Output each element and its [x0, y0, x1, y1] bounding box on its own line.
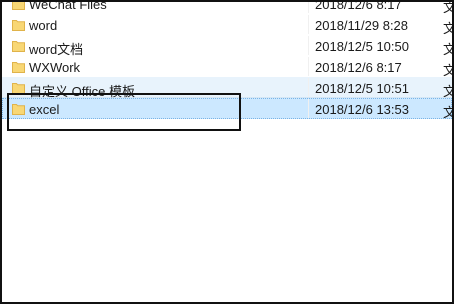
column-divider: [308, 78, 309, 97]
file-row-word[interactable]: word 2018/11/29 8:28 文: [2, 14, 452, 36]
file-date: 2018/12/6 8:17: [315, 60, 402, 75]
file-type: 文: [443, 102, 452, 121]
file-row-excel[interactable]: excel 2018/12/6 13:53 文: [2, 98, 452, 121]
file-date: 2018/12/5 10:50: [315, 39, 409, 54]
file-list: WeChat Files 2018/12/6 8:17 文 word 2018/…: [2, 0, 452, 121]
folder-icon: [12, 20, 25, 31]
folder-icon: [12, 104, 25, 115]
file-row-office-templates[interactable]: 自定义 Office 模板 2018/12/5 10:51 文: [2, 77, 452, 99]
column-divider: [308, 57, 309, 76]
file-date: 2018/12/6 13:53: [315, 102, 409, 117]
file-row-wechat-files[interactable]: WeChat Files 2018/12/6 8:17 文: [2, 0, 452, 15]
file-date: 2018/12/5 10:51: [315, 81, 409, 96]
file-row-word-docs[interactable]: word文档 2018/12/5 10:50 文: [2, 35, 452, 57]
column-divider: [308, 2, 309, 13]
folder-icon: [12, 2, 25, 10]
column-divider: [308, 99, 309, 118]
file-name: excel: [29, 102, 60, 117]
folder-icon: [12, 62, 25, 73]
file-date: 2018/12/6 8:17: [315, 0, 402, 12]
column-divider: [308, 15, 309, 34]
file-name: WXWork: [29, 60, 81, 75]
file-name: word: [29, 18, 58, 33]
file-name: WeChat Files: [29, 0, 107, 12]
folder-icon: [12, 83, 25, 94]
file-row-wxwork[interactable]: WXWork 2018/12/6 8:17 文: [2, 56, 452, 78]
folder-icon: [12, 41, 25, 52]
file-date: 2018/11/29 8:28: [315, 18, 409, 33]
column-divider: [308, 36, 309, 55]
explorer-frame: WeChat Files 2018/12/6 8:17 文 word 2018/…: [0, 0, 454, 304]
